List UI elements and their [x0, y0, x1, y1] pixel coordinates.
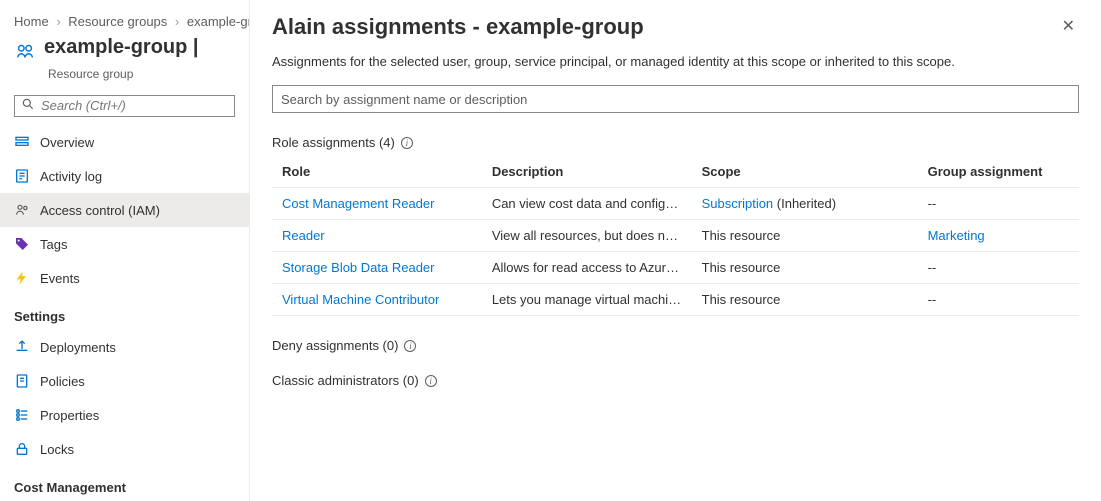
access-control-icon: [14, 202, 30, 218]
group-link[interactable]: Marketing: [928, 228, 985, 243]
table-header-row: Role Description Scope Group assignment: [272, 156, 1079, 188]
chevron-right-icon: ›: [56, 14, 60, 29]
assignment-search-input[interactable]: [272, 85, 1079, 113]
overview-icon: [14, 134, 30, 150]
close-button[interactable]: ✕: [1058, 14, 1079, 38]
deployments-icon: [14, 339, 30, 355]
nav-activity-log[interactable]: Activity log: [0, 159, 249, 193]
deny-assignments-heading: Deny assignments (0) i: [272, 338, 1079, 353]
nav-label: Properties: [40, 408, 99, 423]
policies-icon: [14, 373, 30, 389]
classic-admins-label: Classic administrators (0): [272, 373, 419, 388]
tags-icon: [14, 236, 30, 252]
col-group[interactable]: Group assignment: [918, 156, 1079, 188]
panel-title: Alain assignments - example-group: [272, 14, 644, 40]
sidebar-search-input[interactable]: [35, 98, 228, 113]
nav-policies[interactable]: Policies: [0, 364, 249, 398]
role-description: Allows for read access to Azure …: [482, 252, 692, 284]
nav-locks[interactable]: Locks: [0, 432, 249, 466]
table-row[interactable]: Virtual Machine Contributor Lets you man…: [272, 284, 1079, 316]
role-assignments-heading: Role assignments (4) i: [272, 135, 1079, 150]
role-description: Lets you manage virtual machin…: [482, 284, 692, 316]
nav-label: Tags: [40, 237, 67, 252]
role-link[interactable]: Reader: [282, 228, 325, 243]
nav-label: Access control (IAM): [40, 203, 160, 218]
info-icon[interactable]: i: [401, 137, 413, 149]
classic-admins-heading: Classic administrators (0) i: [272, 373, 1079, 388]
nav-access-control[interactable]: Access control (IAM): [0, 193, 249, 227]
resource-title-row: example-group |: [0, 36, 249, 67]
table-row[interactable]: Storage Blob Data Reader Allows for read…: [272, 252, 1079, 284]
role-link[interactable]: Storage Blob Data Reader: [282, 260, 434, 275]
nav-deployments[interactable]: Deployments: [0, 330, 249, 364]
group-assignment: --: [918, 252, 1079, 284]
info-icon[interactable]: i: [404, 340, 416, 352]
chevron-right-icon: ›: [175, 14, 179, 29]
role-scope: This resource: [692, 252, 918, 284]
properties-icon: [14, 407, 30, 423]
sidebar: Home › Resource groups › example-group e…: [0, 0, 250, 501]
nav-label: Overview: [40, 135, 94, 150]
nav-label: Deployments: [40, 340, 116, 355]
col-role[interactable]: Role: [272, 156, 482, 188]
nav-list-settings: Deployments Policies Properties Locks: [0, 330, 249, 466]
group-assignment: --: [918, 188, 1079, 220]
resource-group-icon: [14, 36, 36, 65]
nav-section-settings: Settings: [0, 295, 249, 330]
sidebar-search[interactable]: [14, 95, 235, 117]
nav-tags[interactable]: Tags: [0, 227, 249, 261]
nav-label: Locks: [40, 442, 74, 457]
col-scope[interactable]: Scope: [692, 156, 918, 188]
breadcrumb: Home › Resource groups › example-group: [0, 10, 249, 36]
assignments-panel: Alain assignments - example-group ✕ Assi…: [250, 0, 1101, 501]
nav-label: Policies: [40, 374, 85, 389]
panel-description: Assignments for the selected user, group…: [272, 54, 1079, 69]
page-title: example-group |: [44, 36, 199, 59]
table-row[interactable]: Reader View all resources, but does not……: [272, 220, 1079, 252]
nav-label: Events: [40, 271, 80, 286]
nav-list-main: Overview Activity log Access control (IA…: [0, 125, 249, 295]
role-link[interactable]: Cost Management Reader: [282, 196, 434, 211]
deny-assignments-label: Deny assignments (0): [272, 338, 398, 353]
role-link[interactable]: Virtual Machine Contributor: [282, 292, 439, 307]
role-scope: Subscription (Inherited): [692, 188, 918, 220]
close-icon: ✕: [1062, 18, 1075, 35]
scope-suffix: (Inherited): [773, 196, 836, 211]
events-icon: [14, 270, 30, 286]
lock-icon: [14, 441, 30, 457]
role-description: Can view cost data and configur…: [482, 188, 692, 220]
role-scope: This resource: [692, 284, 918, 316]
role-assignments-table: Role Description Scope Group assignment …: [272, 156, 1079, 316]
nav-overview[interactable]: Overview: [0, 125, 249, 159]
nav-events[interactable]: Events: [0, 261, 249, 295]
col-description[interactable]: Description: [482, 156, 692, 188]
role-assignments-label: Role assignments (4): [272, 135, 395, 150]
activity-log-icon: [14, 168, 30, 184]
table-row[interactable]: Cost Management Reader Can view cost dat…: [272, 188, 1079, 220]
nav-section-cost: Cost Management: [0, 466, 249, 501]
nav-properties[interactable]: Properties: [0, 398, 249, 432]
page-subtitle: Resource group: [0, 67, 249, 91]
breadcrumb-resource-groups[interactable]: Resource groups: [68, 14, 167, 29]
breadcrumb-example-group[interactable]: example-group: [187, 14, 249, 29]
role-description: View all resources, but does not…: [482, 220, 692, 252]
nav-label: Activity log: [40, 169, 102, 184]
search-icon: [21, 97, 35, 114]
breadcrumb-home[interactable]: Home: [14, 14, 49, 29]
role-scope: This resource: [692, 220, 918, 252]
group-assignment: --: [918, 284, 1079, 316]
info-icon[interactable]: i: [425, 375, 437, 387]
scope-link[interactable]: Subscription: [702, 196, 774, 211]
